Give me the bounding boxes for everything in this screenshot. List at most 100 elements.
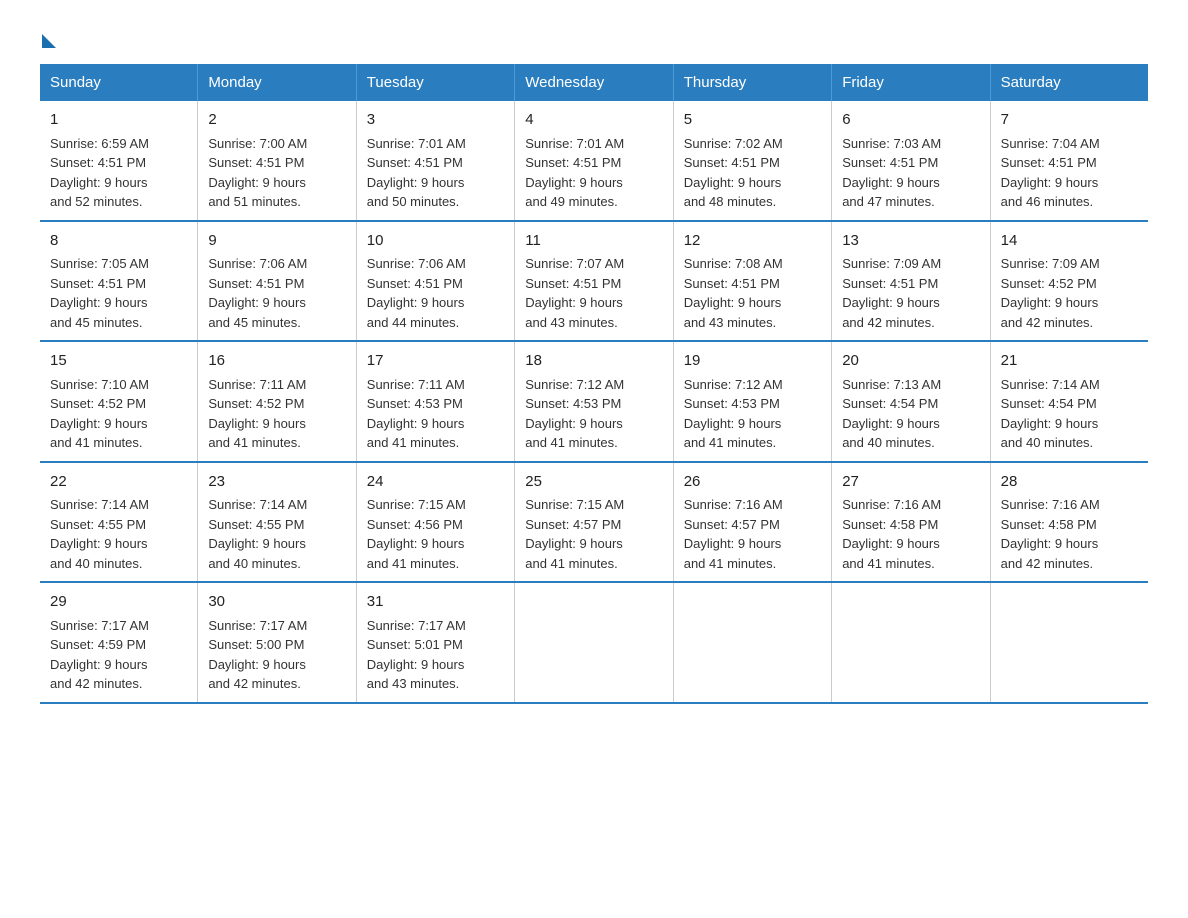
day-info: Sunrise: 7:04 AM Sunset: 4:51 PM Dayligh… <box>1001 134 1138 212</box>
day-info: Sunrise: 7:09 AM Sunset: 4:52 PM Dayligh… <box>1001 254 1138 332</box>
day-cell <box>515 582 673 703</box>
day-info: Sunrise: 7:15 AM Sunset: 4:56 PM Dayligh… <box>367 495 504 573</box>
day-info: Sunrise: 7:17 AM Sunset: 4:59 PM Dayligh… <box>50 616 187 694</box>
logo-arrow-icon <box>42 34 56 48</box>
day-cell: 24Sunrise: 7:15 AM Sunset: 4:56 PM Dayli… <box>356 462 514 583</box>
day-number: 20 <box>842 350 979 373</box>
day-info: Sunrise: 7:08 AM Sunset: 4:51 PM Dayligh… <box>684 254 821 332</box>
header-tuesday: Tuesday <box>356 64 514 101</box>
day-number: 24 <box>367 471 504 494</box>
day-info: Sunrise: 7:05 AM Sunset: 4:51 PM Dayligh… <box>50 254 187 332</box>
day-cell: 20Sunrise: 7:13 AM Sunset: 4:54 PM Dayli… <box>832 341 990 462</box>
day-number: 26 <box>684 471 821 494</box>
day-number: 15 <box>50 350 187 373</box>
day-number: 29 <box>50 591 187 614</box>
day-number: 17 <box>367 350 504 373</box>
day-cell <box>990 582 1148 703</box>
day-cell: 3Sunrise: 7:01 AM Sunset: 4:51 PM Daylig… <box>356 101 514 221</box>
day-info: Sunrise: 7:12 AM Sunset: 4:53 PM Dayligh… <box>525 375 662 453</box>
day-number: 3 <box>367 109 504 132</box>
day-cell: 29Sunrise: 7:17 AM Sunset: 4:59 PM Dayli… <box>40 582 198 703</box>
day-cell: 22Sunrise: 7:14 AM Sunset: 4:55 PM Dayli… <box>40 462 198 583</box>
header-thursday: Thursday <box>673 64 831 101</box>
day-cell: 28Sunrise: 7:16 AM Sunset: 4:58 PM Dayli… <box>990 462 1148 583</box>
day-number: 16 <box>208 350 345 373</box>
day-number: 21 <box>1001 350 1138 373</box>
day-number: 11 <box>525 230 662 253</box>
day-cell: 1Sunrise: 6:59 AM Sunset: 4:51 PM Daylig… <box>40 101 198 221</box>
day-cell: 2Sunrise: 7:00 AM Sunset: 4:51 PM Daylig… <box>198 101 356 221</box>
day-cell: 13Sunrise: 7:09 AM Sunset: 4:51 PM Dayli… <box>832 221 990 342</box>
calendar-header-row: SundayMondayTuesdayWednesdayThursdayFrid… <box>40 64 1148 101</box>
day-info: Sunrise: 7:14 AM Sunset: 4:55 PM Dayligh… <box>50 495 187 573</box>
day-cell: 7Sunrise: 7:04 AM Sunset: 4:51 PM Daylig… <box>990 101 1148 221</box>
day-cell: 19Sunrise: 7:12 AM Sunset: 4:53 PM Dayli… <box>673 341 831 462</box>
day-info: Sunrise: 7:09 AM Sunset: 4:51 PM Dayligh… <box>842 254 979 332</box>
day-cell: 30Sunrise: 7:17 AM Sunset: 5:00 PM Dayli… <box>198 582 356 703</box>
day-cell: 12Sunrise: 7:08 AM Sunset: 4:51 PM Dayli… <box>673 221 831 342</box>
day-cell <box>673 582 831 703</box>
day-number: 30 <box>208 591 345 614</box>
day-info: Sunrise: 7:11 AM Sunset: 4:52 PM Dayligh… <box>208 375 345 453</box>
day-info: Sunrise: 6:59 AM Sunset: 4:51 PM Dayligh… <box>50 134 187 212</box>
day-info: Sunrise: 7:12 AM Sunset: 4:53 PM Dayligh… <box>684 375 821 453</box>
day-info: Sunrise: 7:01 AM Sunset: 4:51 PM Dayligh… <box>525 134 662 212</box>
page-header <box>40 30 1148 44</box>
day-number: 4 <box>525 109 662 132</box>
day-number: 14 <box>1001 230 1138 253</box>
day-info: Sunrise: 7:14 AM Sunset: 4:54 PM Dayligh… <box>1001 375 1138 453</box>
day-number: 6 <box>842 109 979 132</box>
day-cell: 26Sunrise: 7:16 AM Sunset: 4:57 PM Dayli… <box>673 462 831 583</box>
day-info: Sunrise: 7:17 AM Sunset: 5:01 PM Dayligh… <box>367 616 504 694</box>
day-number: 28 <box>1001 471 1138 494</box>
header-wednesday: Wednesday <box>515 64 673 101</box>
day-number: 27 <box>842 471 979 494</box>
day-number: 8 <box>50 230 187 253</box>
day-cell: 9Sunrise: 7:06 AM Sunset: 4:51 PM Daylig… <box>198 221 356 342</box>
day-number: 12 <box>684 230 821 253</box>
day-cell: 27Sunrise: 7:16 AM Sunset: 4:58 PM Dayli… <box>832 462 990 583</box>
day-number: 1 <box>50 109 187 132</box>
week-row-4: 22Sunrise: 7:14 AM Sunset: 4:55 PM Dayli… <box>40 462 1148 583</box>
day-info: Sunrise: 7:01 AM Sunset: 4:51 PM Dayligh… <box>367 134 504 212</box>
day-number: 9 <box>208 230 345 253</box>
week-row-5: 29Sunrise: 7:17 AM Sunset: 4:59 PM Dayli… <box>40 582 1148 703</box>
header-sunday: Sunday <box>40 64 198 101</box>
day-cell: 6Sunrise: 7:03 AM Sunset: 4:51 PM Daylig… <box>832 101 990 221</box>
day-cell: 21Sunrise: 7:14 AM Sunset: 4:54 PM Dayli… <box>990 341 1148 462</box>
day-number: 25 <box>525 471 662 494</box>
day-cell: 11Sunrise: 7:07 AM Sunset: 4:51 PM Dayli… <box>515 221 673 342</box>
day-info: Sunrise: 7:03 AM Sunset: 4:51 PM Dayligh… <box>842 134 979 212</box>
day-number: 5 <box>684 109 821 132</box>
day-cell: 17Sunrise: 7:11 AM Sunset: 4:53 PM Dayli… <box>356 341 514 462</box>
header-friday: Friday <box>832 64 990 101</box>
day-cell: 8Sunrise: 7:05 AM Sunset: 4:51 PM Daylig… <box>40 221 198 342</box>
day-info: Sunrise: 7:02 AM Sunset: 4:51 PM Dayligh… <box>684 134 821 212</box>
day-cell: 10Sunrise: 7:06 AM Sunset: 4:51 PM Dayli… <box>356 221 514 342</box>
week-row-2: 8Sunrise: 7:05 AM Sunset: 4:51 PM Daylig… <box>40 221 1148 342</box>
day-cell: 25Sunrise: 7:15 AM Sunset: 4:57 PM Dayli… <box>515 462 673 583</box>
logo <box>40 30 56 44</box>
calendar-table: SundayMondayTuesdayWednesdayThursdayFrid… <box>40 64 1148 704</box>
day-number: 19 <box>684 350 821 373</box>
day-info: Sunrise: 7:06 AM Sunset: 4:51 PM Dayligh… <box>208 254 345 332</box>
header-saturday: Saturday <box>990 64 1148 101</box>
day-info: Sunrise: 7:16 AM Sunset: 4:57 PM Dayligh… <box>684 495 821 573</box>
day-cell: 31Sunrise: 7:17 AM Sunset: 5:01 PM Dayli… <box>356 582 514 703</box>
day-number: 10 <box>367 230 504 253</box>
day-number: 13 <box>842 230 979 253</box>
day-info: Sunrise: 7:07 AM Sunset: 4:51 PM Dayligh… <box>525 254 662 332</box>
day-info: Sunrise: 7:11 AM Sunset: 4:53 PM Dayligh… <box>367 375 504 453</box>
day-cell <box>832 582 990 703</box>
week-row-3: 15Sunrise: 7:10 AM Sunset: 4:52 PM Dayli… <box>40 341 1148 462</box>
day-info: Sunrise: 7:06 AM Sunset: 4:51 PM Dayligh… <box>367 254 504 332</box>
day-cell: 5Sunrise: 7:02 AM Sunset: 4:51 PM Daylig… <box>673 101 831 221</box>
day-info: Sunrise: 7:00 AM Sunset: 4:51 PM Dayligh… <box>208 134 345 212</box>
day-info: Sunrise: 7:14 AM Sunset: 4:55 PM Dayligh… <box>208 495 345 573</box>
day-number: 23 <box>208 471 345 494</box>
day-cell: 15Sunrise: 7:10 AM Sunset: 4:52 PM Dayli… <box>40 341 198 462</box>
day-number: 2 <box>208 109 345 132</box>
day-cell: 23Sunrise: 7:14 AM Sunset: 4:55 PM Dayli… <box>198 462 356 583</box>
day-info: Sunrise: 7:13 AM Sunset: 4:54 PM Dayligh… <box>842 375 979 453</box>
day-number: 18 <box>525 350 662 373</box>
